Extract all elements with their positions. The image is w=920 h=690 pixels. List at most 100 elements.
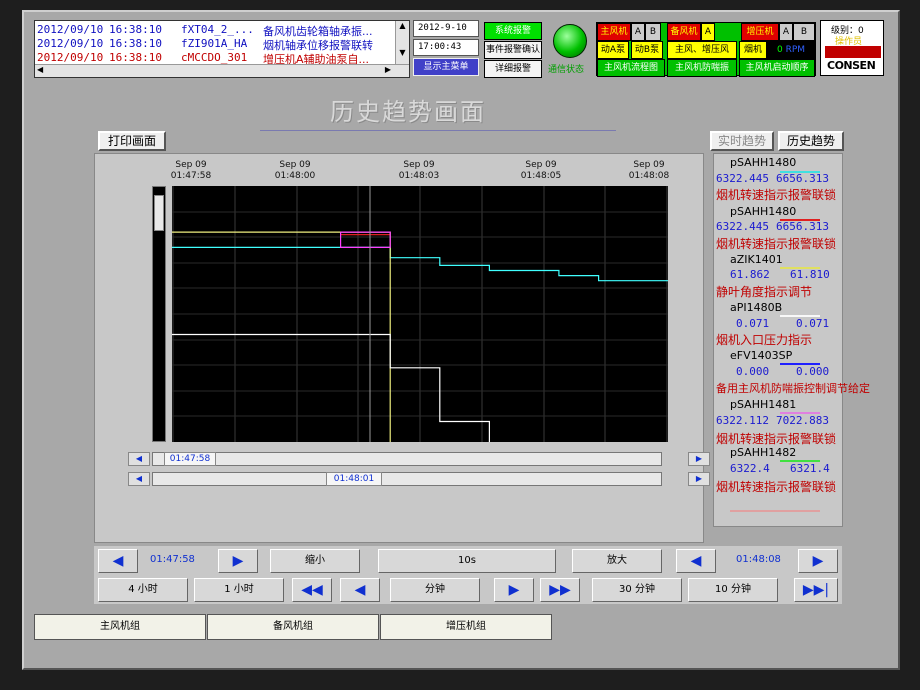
alarm-date: 2012/09/10 (37, 23, 104, 36)
legend-tag[interactable]: pSAHH1480 (730, 205, 796, 218)
tab-boost-fan-group[interactable]: 增压机组 (380, 614, 552, 640)
legend-desc: 烟机转速指示报警联锁 (716, 237, 837, 251)
scroll-right-icon[interactable]: ▶ (688, 472, 710, 486)
start-time-label: 01:47:58 (150, 554, 195, 565)
start-next-button[interactable]: ▶ (218, 549, 258, 573)
x-tick-day: Sep 09 (525, 160, 557, 170)
range-30m-button[interactable]: 30 分钟 (592, 578, 682, 602)
boost-fan-status[interactable]: 增压机 (741, 23, 779, 41)
rpm-value: 0 (776, 45, 783, 55)
consen-logo-icon (825, 46, 881, 58)
legend-desc: 烟机入口压力指示 (716, 333, 813, 347)
minute-field[interactable]: 分钟 (390, 578, 480, 602)
date-display: 2012-9-10 (413, 20, 479, 37)
rpm-unit: RPM (785, 45, 806, 55)
legend-min: 0.071 (736, 317, 770, 330)
main-fan-status[interactable]: 主风机 (597, 23, 631, 41)
legend-desc: 烟机转速指示报警联锁 (716, 432, 837, 446)
legend-desc: 静叶角度指示调节 (716, 285, 813, 299)
scroll-down-icon[interactable]: ▼ (396, 48, 409, 57)
legend-tag[interactable]: aPI1480B (730, 301, 782, 314)
scroll-left-icon[interactable]: ◀ (128, 472, 150, 486)
scroll-right-icon[interactable]: ▶ (688, 452, 710, 466)
step-back-button[interactable]: ◀ (340, 578, 380, 602)
legend-min: 6322.4 (730, 462, 770, 475)
legend-min: 6322.445 (716, 220, 769, 233)
system-alarm-button[interactable]: 系统报警 (484, 22, 542, 40)
start-time-thumb[interactable]: 01:47:58 (164, 452, 216, 466)
range-1h-button[interactable]: 1 小时 (194, 578, 284, 602)
main-boost-status[interactable]: 主风、增压风 (667, 41, 737, 59)
x-tick-day: Sep 09 (279, 160, 311, 170)
scroll-left-icon[interactable]: ◀ (128, 452, 150, 466)
x-tick-label: Sep 09 01:48:00 (260, 160, 330, 182)
end-prev-button[interactable]: ◀ (676, 549, 716, 573)
zoom-out-button[interactable]: 缩小 (270, 549, 360, 573)
realtime-trend-button[interactable]: 实时趋势 (710, 131, 774, 151)
scroll-up-icon[interactable]: ▲ (396, 21, 409, 30)
x-tick-label: Sep 09 01:47:58 (156, 160, 226, 182)
x-tick-time: 01:48:05 (520, 171, 562, 181)
interval-field[interactable]: 10s (378, 549, 556, 573)
fast-rewind-button[interactable]: ◀◀ (292, 578, 332, 602)
legend-tag[interactable]: pSAHH1480 (730, 156, 796, 169)
start-time-scrollbar[interactable] (152, 452, 662, 466)
event-alarm-ack-button[interactable]: 事件报警确认 (484, 41, 542, 59)
logo-text: CONSEN (827, 59, 876, 72)
legend-tag[interactable]: eFV1403SP (730, 349, 792, 362)
vscroll-thumb[interactable] (154, 195, 164, 231)
trend-plot[interactable] (172, 186, 668, 442)
step-forward-button[interactable]: ▶ (494, 578, 534, 602)
print-screen-button[interactable]: 打印画面 (98, 131, 166, 151)
tab-backup-fan-group[interactable]: 备风机组 (207, 614, 379, 640)
main-fan-flow-button[interactable]: 主风机流程图 (597, 59, 665, 77)
backup-fan-status[interactable]: 备风机 (667, 23, 701, 41)
x-tick-day: Sep 09 (633, 160, 665, 170)
legend-desc: 烟机转速指示报警联锁 (716, 480, 837, 494)
alarm-tag: fXT04_2_... (181, 23, 254, 36)
zoom-in-button[interactable]: 放大 (572, 549, 662, 573)
value-vscrollbar[interactable] (152, 186, 166, 442)
alarm-list[interactable]: 2012/09/10 16:38:10 fXT04_2_... 备风机齿轮箱轴承… (34, 20, 410, 78)
legend-min: 0.000 (736, 365, 770, 378)
motor-b-pump[interactable]: 动B泵 (631, 41, 663, 59)
x-tick-time: 01:47:58 (170, 171, 212, 181)
fast-forward-button[interactable]: ▶▶ (540, 578, 580, 602)
show-main-menu-button[interactable]: 显示主菜单 (413, 58, 479, 76)
alarm-hscrollbar[interactable]: ◀ ▶ (35, 64, 409, 77)
x-tick-day: Sep 09 (403, 160, 435, 170)
user-logo-box: 级别：0 操作员 CONSEN (820, 20, 884, 76)
legend-tag[interactable]: aZIK1401 (730, 253, 783, 266)
end-time-label: 01:48:08 (736, 554, 781, 565)
alarm-vscrollbar[interactable]: ▲ ▼ (395, 21, 409, 65)
legend-tag[interactable]: pSAHH1482 (730, 446, 796, 459)
range-10m-button[interactable]: 10 分钟 (688, 578, 778, 602)
scroll-left-icon[interactable]: ◀ (37, 65, 43, 74)
range-4h-button[interactable]: 4 小时 (98, 578, 188, 602)
cursor-thumb[interactable]: 01:48:01 (326, 472, 382, 486)
smoke-machine-label: 烟机 (739, 41, 767, 59)
motor-a-pump[interactable]: 动A泵 (597, 41, 629, 59)
main-fan-surge-button[interactable]: 主风机防喘振 (667, 59, 737, 77)
alarm-date: 2012/09/10 (37, 51, 104, 64)
detail-alarm-button[interactable]: 详细报警 (484, 60, 542, 78)
title-underline (260, 130, 616, 131)
alarm-tag: fZI901A_HA (181, 37, 248, 50)
cursor-scrollbar[interactable] (152, 472, 662, 486)
alarm-tag: cMCCDO_301 (181, 51, 248, 64)
legend-max: 0.000 (796, 365, 830, 378)
legend-max: 6321.4 (790, 462, 830, 475)
end-next-button[interactable]: ▶ (798, 549, 838, 573)
start-prev-button[interactable]: ◀ (98, 549, 138, 573)
legend-tag[interactable]: pSAHH1481 (730, 398, 796, 411)
legend-max: 6656.313 (776, 172, 829, 185)
main-fan-start-seq-button[interactable]: 主风机启动顺序 (739, 59, 815, 77)
goto-end-button[interactable]: ▶▶| (794, 578, 838, 602)
history-trend-button[interactable]: 历史趋势 (778, 131, 844, 151)
x-tick-time: 01:48:03 (398, 171, 440, 181)
tab-main-fan-group[interactable]: 主风机组 (34, 614, 206, 640)
scroll-right-icon[interactable]: ▶ (385, 65, 391, 74)
legend-desc: 备用主风机防喘振控制调节给定 (716, 382, 870, 395)
legend-swatch-empty (730, 510, 820, 512)
x-tick-label: Sep 09 01:48:03 (384, 160, 454, 182)
